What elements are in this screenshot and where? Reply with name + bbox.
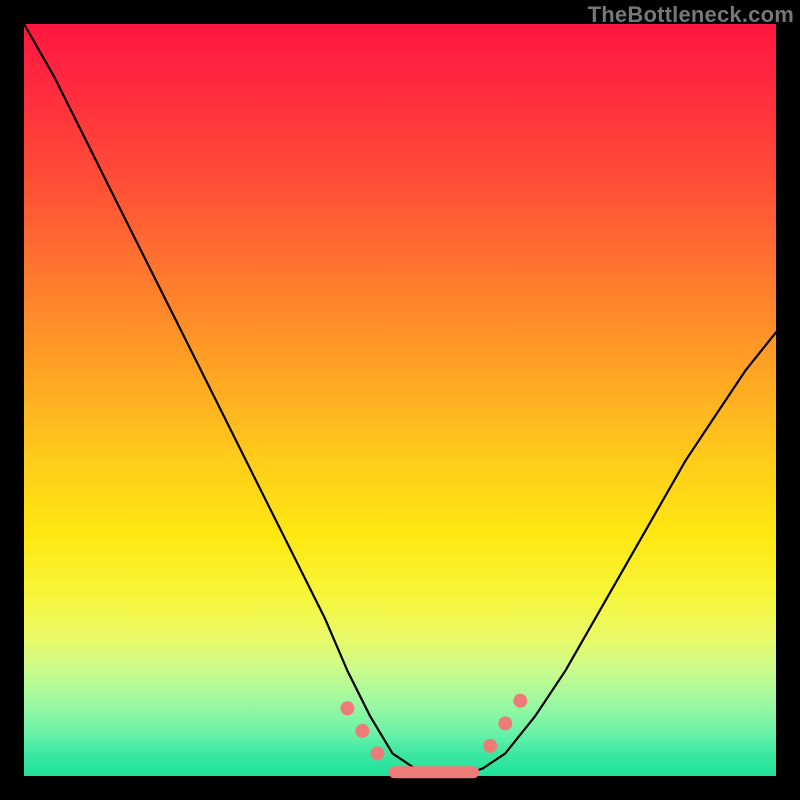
bottleneck-curve xyxy=(24,24,776,776)
marker-dot xyxy=(513,694,527,708)
plot-area xyxy=(24,24,776,776)
marker-dot xyxy=(498,716,512,730)
watermark-text: TheBottleneck.com xyxy=(588,2,794,28)
marker-dot xyxy=(340,701,354,715)
curve-svg xyxy=(24,24,776,776)
flat-marker-pill xyxy=(389,766,480,778)
marker-dot xyxy=(483,739,497,753)
marker-dot xyxy=(355,724,369,738)
outer-frame: TheBottleneck.com xyxy=(0,0,800,800)
marker-group xyxy=(340,694,527,761)
marker-dot xyxy=(370,746,384,760)
